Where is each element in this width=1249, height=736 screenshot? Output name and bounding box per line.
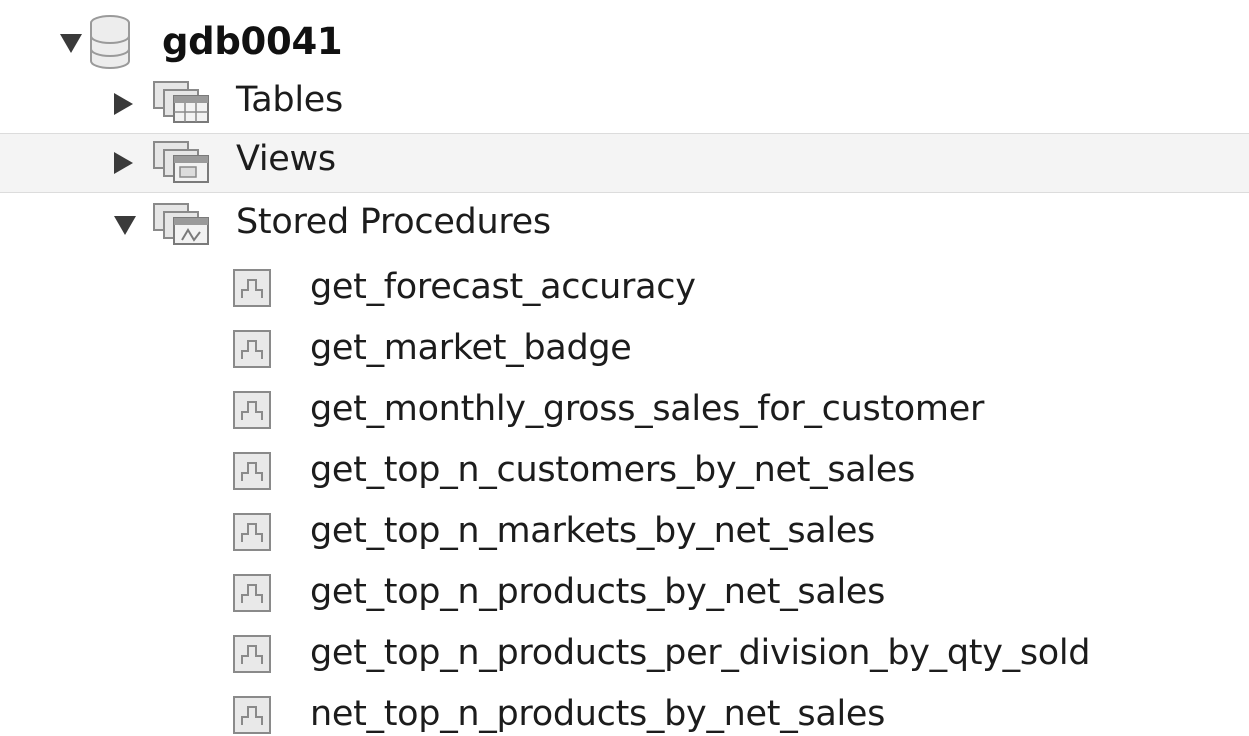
folder-label-tables: Tables xyxy=(236,80,343,120)
schema-tree: gdb0041 Tables Views Stored Procedures g… xyxy=(0,0,1249,736)
expand-arrow-down-icon[interactable] xyxy=(114,216,136,235)
procedure-label: get_top_n_customers_by_net_sales xyxy=(310,450,916,490)
procedure-label: get_monthly_gross_sales_for_customer xyxy=(310,389,985,429)
procedure-label: get_top_n_markets_by_net_sales xyxy=(310,511,875,551)
expand-arrow-right-icon[interactable] xyxy=(114,93,133,115)
procedure-label: net_top_n_products_by_net_sales xyxy=(310,694,886,734)
procedure-item[interactable]: get_top_n_products_by_net_sales xyxy=(0,567,1249,623)
procedure-label: get_market_badge xyxy=(310,328,632,368)
stored-procedure-icon xyxy=(232,695,272,736)
views-folder-icon xyxy=(152,140,212,188)
procedure-label: get_top_n_products_per_division_by_qty_s… xyxy=(310,633,1091,673)
procedure-item[interactable]: get_forecast_accuracy xyxy=(0,262,1249,318)
folder-label-stored-procedures: Stored Procedures xyxy=(236,202,551,242)
expand-arrow-down-icon[interactable] xyxy=(60,34,82,53)
folder-views[interactable]: Views xyxy=(0,133,1249,193)
procedure-item[interactable]: get_top_n_products_per_division_by_qty_s… xyxy=(0,628,1249,684)
database-icon xyxy=(88,14,132,76)
expand-arrow-right-icon[interactable] xyxy=(114,152,133,174)
stored-procedure-icon xyxy=(232,451,272,495)
tables-folder-icon xyxy=(152,80,212,128)
folder-stored-procedures[interactable]: Stored Procedures xyxy=(0,196,1249,254)
stored-procedure-icon xyxy=(232,390,272,434)
folder-label-views: Views xyxy=(236,139,336,179)
procedure-item[interactable]: net_top_n_products_by_net_sales xyxy=(0,689,1249,736)
procedure-item[interactable]: get_monthly_gross_sales_for_customer xyxy=(0,384,1249,440)
schema-node-gdb0041[interactable]: gdb0041 xyxy=(0,14,1249,72)
schema-name: gdb0041 xyxy=(162,20,343,63)
procedure-item[interactable]: get_top_n_customers_by_net_sales xyxy=(0,445,1249,501)
procedure-label: get_top_n_products_by_net_sales xyxy=(310,572,886,612)
stored-procedure-icon xyxy=(232,268,272,312)
procedure-item[interactable]: get_top_n_markets_by_net_sales xyxy=(0,506,1249,562)
folder-tables[interactable]: Tables xyxy=(0,74,1249,132)
stored-procedure-icon xyxy=(232,573,272,617)
procedure-label: get_forecast_accuracy xyxy=(310,267,696,307)
stored-procedure-icon xyxy=(232,329,272,373)
stored-procedure-icon xyxy=(232,634,272,678)
procedure-item[interactable]: get_market_badge xyxy=(0,323,1249,379)
stored-procedure-icon xyxy=(232,512,272,556)
procedures-folder-icon xyxy=(152,202,212,250)
